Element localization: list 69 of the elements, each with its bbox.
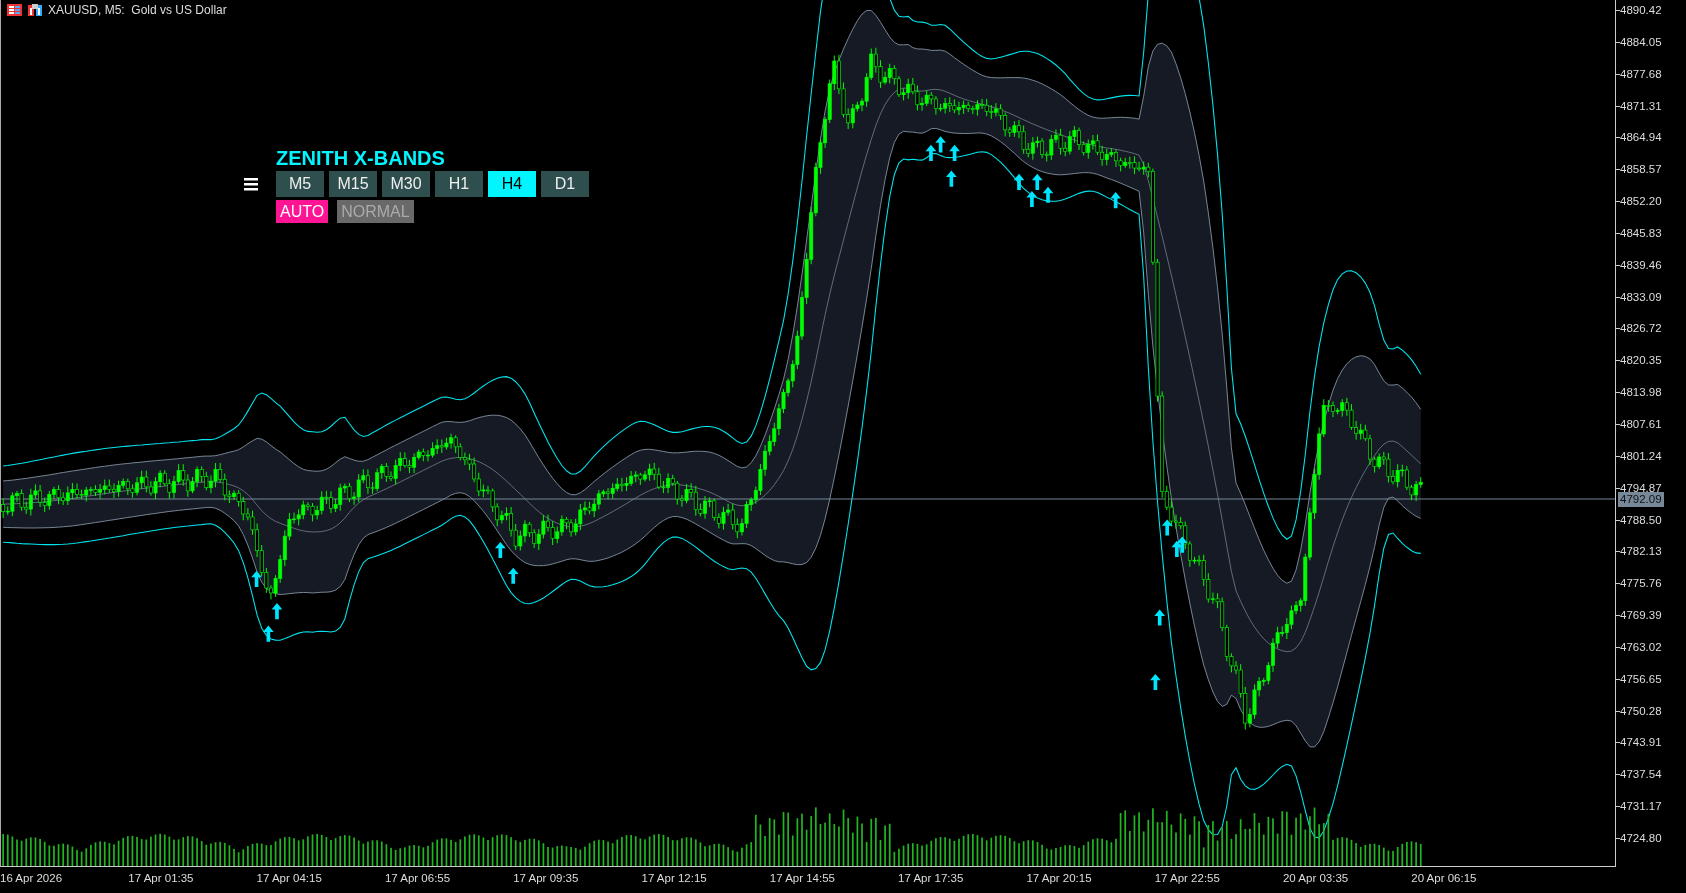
current-price-label: 4792.09 xyxy=(1618,492,1664,507)
time-label: 17 Apr 01:35 xyxy=(128,871,195,886)
menu-icon[interactable] xyxy=(244,177,258,191)
price-label: 4890.42 xyxy=(1616,2,1686,34)
up-arrow-icon xyxy=(1110,192,1122,209)
timeframe-button[interactable]: M30 xyxy=(382,171,430,197)
timeframe-button[interactable]: M5 xyxy=(276,171,324,197)
price-label: 4807.61 xyxy=(1616,415,1686,448)
timeframe-button[interactable]: H1 xyxy=(435,171,483,197)
up-arrow-icon xyxy=(1026,191,1038,208)
timeframe-button[interactable]: H4 xyxy=(488,171,536,197)
up-arrow-icon xyxy=(1154,609,1166,626)
up-arrow-icon xyxy=(251,570,262,587)
up-arrow-icon xyxy=(1013,173,1025,190)
price-label: 4858.57 xyxy=(1616,161,1686,194)
up-arrow-icon xyxy=(271,603,283,620)
up-arrow-icon xyxy=(1171,540,1183,557)
time-label: 20 Apr 03:35 xyxy=(1282,871,1350,886)
timeframe-button[interactable]: D1 xyxy=(541,171,589,197)
up-arrow-icon xyxy=(1150,673,1161,690)
up-arrow-icon xyxy=(946,170,957,187)
price-label: 4864.94 xyxy=(1616,129,1686,162)
price-label: 4826.72 xyxy=(1616,320,1686,353)
price-label: 4820.35 xyxy=(1616,352,1686,385)
up-arrow-icon xyxy=(507,567,519,584)
up-arrow-icon xyxy=(1031,173,1043,190)
time-label: 17 Apr 12:15 xyxy=(641,871,708,886)
up-arrow-icon xyxy=(925,144,937,161)
price-label: 4813.98 xyxy=(1616,384,1686,416)
price-label: 4871.31 xyxy=(1616,97,1686,130)
up-arrow-icon xyxy=(263,625,274,642)
chart-title: XAUUSD, M5: Gold vs US Dollar xyxy=(48,3,227,17)
up-arrow-icon xyxy=(494,541,506,558)
up-arrow-icon xyxy=(949,144,960,161)
up-arrow-icon xyxy=(1042,186,1054,203)
up-arrow-icon xyxy=(1176,536,1188,553)
price-label: 4782.13 xyxy=(1616,543,1686,576)
time-label: 16 Apr 2026 xyxy=(0,871,64,886)
time-label: 17 Apr 14:55 xyxy=(769,871,836,886)
price-label: 4743.91 xyxy=(1616,734,1686,767)
up-arrow-icon xyxy=(935,136,946,153)
mode-button[interactable]: AUTO xyxy=(276,200,329,223)
price-label: 4845.83 xyxy=(1616,224,1686,257)
price-label: 4769.39 xyxy=(1616,607,1686,639)
time-label: 17 Apr 09:35 xyxy=(513,871,580,886)
price-label: 4877.68 xyxy=(1616,65,1686,98)
time-label: 17 Apr 06:55 xyxy=(384,871,452,886)
price-label: 4788.50 xyxy=(1616,511,1686,544)
time-label: 17 Apr 04:15 xyxy=(256,871,323,886)
table-icon xyxy=(7,4,22,16)
price-label: 4833.09 xyxy=(1616,288,1686,321)
indicator-title: ZENITH X-BANDS xyxy=(276,148,446,168)
price-label: 4750.28 xyxy=(1616,702,1686,735)
time-label: 17 Apr 20:15 xyxy=(1026,871,1093,886)
price-label: 4737.54 xyxy=(1616,766,1686,799)
time-label: 17 Apr 17:35 xyxy=(898,871,965,886)
price-label: 4731.17 xyxy=(1616,798,1686,830)
up-arrow-icon xyxy=(1161,519,1173,536)
price-label: 4852.20 xyxy=(1616,193,1686,225)
price-label: 4724.80 xyxy=(1616,829,1686,862)
time-label: 17 Apr 22:55 xyxy=(1154,871,1221,886)
price-label: 4801.24 xyxy=(1616,447,1686,480)
price-label: 4884.05 xyxy=(1616,33,1686,66)
time-label: 20 Apr 06:15 xyxy=(1411,871,1478,886)
price-label: 4763.02 xyxy=(1616,638,1686,671)
price-label: 4839.46 xyxy=(1616,256,1686,289)
timeframe-button[interactable]: M15 xyxy=(329,171,377,197)
price-label: 4775.76 xyxy=(1616,575,1686,608)
price-label: 4756.65 xyxy=(1616,670,1686,703)
